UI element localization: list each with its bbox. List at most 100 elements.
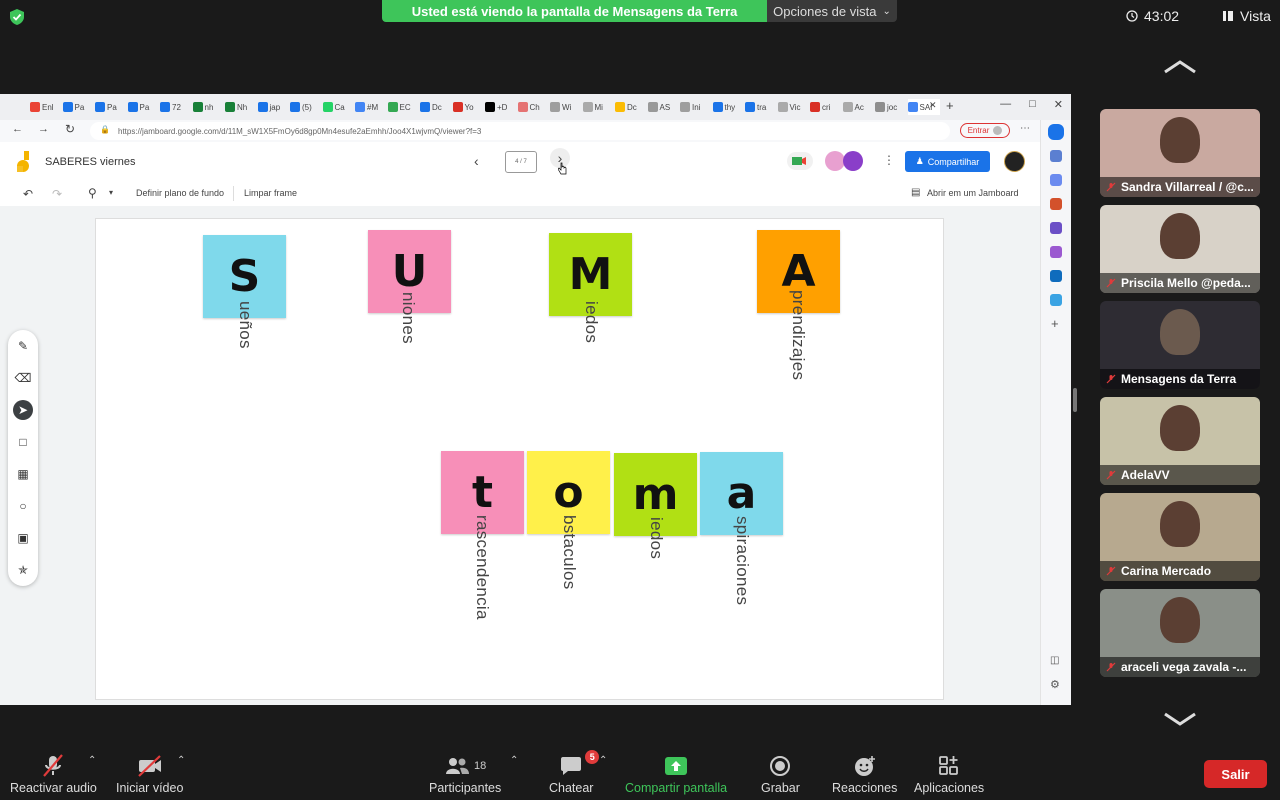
browser-tab[interactable]: Ini bbox=[680, 99, 710, 115]
office-icon[interactable] bbox=[1050, 246, 1062, 258]
maximize-icon[interactable]: □ bbox=[1029, 98, 1036, 111]
browser-tab[interactable]: Pa bbox=[95, 99, 125, 115]
participant-tile[interactable]: Priscila Mello @peda... bbox=[1100, 205, 1260, 293]
browser-tab[interactable]: Ca bbox=[322, 99, 353, 115]
audio-options-icon[interactable]: ⌃ bbox=[88, 755, 96, 766]
undo-icon[interactable]: ↶ bbox=[23, 187, 33, 201]
browser-tab[interactable]: cri bbox=[810, 99, 840, 115]
browser-tab[interactable]: Dc bbox=[420, 99, 450, 115]
eraser-icon[interactable]: ⌫ bbox=[13, 368, 33, 388]
start-video-button[interactable]: Iniciar vídeo bbox=[116, 754, 183, 795]
browser-tab[interactable]: Ch bbox=[517, 99, 548, 115]
tab-label: Ac bbox=[854, 102, 864, 112]
share-button[interactable]: ♟ Compartilhar bbox=[905, 151, 990, 172]
split-icon[interactable]: ◫ bbox=[1050, 655, 1059, 666]
reactions-button[interactable]: Reacciones bbox=[832, 754, 897, 795]
outlook-icon[interactable] bbox=[1050, 270, 1062, 282]
text-box-icon[interactable]: ▣ bbox=[13, 528, 33, 548]
tab-favicon-icon bbox=[95, 102, 105, 112]
toolbox-icon[interactable] bbox=[1050, 198, 1062, 210]
tag-icon[interactable] bbox=[1050, 174, 1062, 186]
share-screen-button[interactable]: Compartir pantalla bbox=[625, 754, 727, 795]
sticky-note-icon[interactable]: □ bbox=[13, 432, 33, 452]
video-options-icon[interactable]: ⌃ bbox=[177, 755, 185, 766]
browser-tab[interactable]: tra bbox=[745, 99, 775, 115]
participant-tile[interactable]: Mensagens da Terra bbox=[1100, 301, 1260, 389]
browser-tab[interactable]: Nh bbox=[225, 99, 255, 115]
browser-tab[interactable]: Yo bbox=[452, 99, 483, 115]
chat-button[interactable]: 5 Chatear bbox=[549, 750, 600, 795]
participant-tile[interactable]: AdelaVV bbox=[1100, 397, 1260, 485]
new-tab-icon[interactable]: + bbox=[946, 98, 954, 113]
tab-favicon-icon bbox=[907, 102, 918, 112]
clear-frame-button[interactable]: Limpar frame bbox=[244, 188, 297, 198]
view-options-button[interactable]: Opciones de vista ⌄ bbox=[767, 0, 897, 22]
person-icon: ♟ bbox=[915, 156, 924, 166]
forward-icon[interactable]: → bbox=[38, 123, 49, 135]
participants-options-icon[interactable]: ⌃ bbox=[510, 755, 518, 766]
apps-button[interactable]: Aplicaciones bbox=[914, 754, 984, 795]
select-icon[interactable]: ➤ bbox=[13, 400, 33, 420]
unmute-button[interactable]: Reactivar audio bbox=[10, 754, 97, 795]
participant-tile[interactable]: araceli vega zavala -... bbox=[1100, 589, 1260, 677]
sign-in-button[interactable]: Entrar bbox=[960, 123, 1010, 138]
meet-icon[interactable] bbox=[787, 152, 813, 170]
browser-tab[interactable]: #M bbox=[355, 99, 385, 115]
gear-icon[interactable]: ⚙ bbox=[1050, 678, 1060, 691]
close-icon[interactable]: ✕ bbox=[1054, 98, 1063, 111]
reload-icon[interactable]: ↻ bbox=[65, 122, 75, 136]
redo-icon[interactable]: ↷ bbox=[52, 187, 62, 201]
url-input[interactable]: 🔒 https://jamboard.google.com/d/11M_sW1X… bbox=[90, 122, 950, 140]
browser-tab[interactable]: Pa bbox=[62, 99, 93, 115]
shopping-icon[interactable] bbox=[1050, 294, 1062, 306]
close-tab-icon[interactable]: ✕ bbox=[929, 100, 937, 111]
more-options-icon[interactable]: ⋮ bbox=[883, 153, 895, 167]
add-icon[interactable]: + bbox=[1051, 316, 1059, 331]
chevron-down-icon[interactable] bbox=[1162, 710, 1198, 728]
bing-icon[interactable] bbox=[1048, 124, 1064, 140]
set-background-button[interactable]: Definir plano de fundo bbox=[136, 188, 224, 198]
chat-options-icon[interactable]: ⌃ bbox=[599, 755, 607, 766]
browser-tab[interactable]: EC bbox=[387, 99, 418, 115]
prev-frame-icon[interactable]: ‹ bbox=[474, 153, 479, 169]
browser-tab[interactable]: AS bbox=[647, 99, 678, 115]
browser-tab[interactable]: 72 bbox=[160, 99, 190, 115]
sticky-note-letter: a bbox=[726, 468, 757, 519]
browser-tab[interactable]: Enl bbox=[30, 99, 60, 115]
participants-button[interactable]: 18 Participantes bbox=[429, 754, 501, 795]
record-button[interactable]: Grabar bbox=[761, 754, 800, 795]
minimize-icon[interactable]: — bbox=[1000, 98, 1011, 111]
image-icon[interactable]: ▦ bbox=[13, 464, 33, 484]
chevron-up-icon[interactable] bbox=[1162, 58, 1198, 76]
zoom-icon[interactable]: ⚲ bbox=[88, 186, 97, 200]
browser-tab[interactable]: nh bbox=[192, 99, 223, 115]
browser-tab[interactable]: Wi bbox=[550, 99, 580, 115]
browser-tab[interactable]: joc bbox=[875, 99, 905, 115]
browser-tab[interactable]: Vic bbox=[777, 99, 808, 115]
browser-tab[interactable]: jap bbox=[257, 99, 288, 115]
participant-tile[interactable]: Carina Mercado bbox=[1100, 493, 1260, 581]
back-icon[interactable]: ← bbox=[12, 123, 23, 135]
people-icon[interactable] bbox=[1050, 222, 1062, 234]
resize-handle[interactable] bbox=[1073, 388, 1077, 412]
leave-button[interactable]: Salir bbox=[1204, 760, 1267, 788]
browser-tab[interactable]: Mi bbox=[582, 99, 613, 115]
search-icon[interactable] bbox=[1050, 150, 1062, 162]
browser-tab[interactable]: +D bbox=[485, 99, 515, 115]
laser-icon[interactable]: ✯ bbox=[13, 560, 33, 580]
pen-icon[interactable]: ✎ bbox=[13, 336, 33, 356]
circle-icon[interactable]: ○ bbox=[13, 496, 33, 516]
browser-tab[interactable]: Pa bbox=[127, 99, 158, 115]
open-in-jamboard-button[interactable]: Abrir em um Jamboard bbox=[927, 188, 1019, 198]
more-icon[interactable]: ⋯ bbox=[1020, 123, 1030, 134]
browser-tab[interactable]: (5) bbox=[290, 99, 320, 115]
browser-tab[interactable]: Ac bbox=[842, 99, 873, 115]
participant-tile[interactable]: Sandra Villarreal / @c... bbox=[1100, 109, 1260, 197]
browser-tab[interactable]: Dc bbox=[615, 99, 645, 115]
browser-tab[interactable]: thy bbox=[712, 99, 743, 115]
user-avatar[interactable] bbox=[1004, 151, 1025, 172]
jam-title[interactable]: SABERES viernes bbox=[45, 156, 135, 168]
view-button[interactable]: Vista bbox=[1222, 8, 1271, 24]
chevron-down-icon[interactable]: ▾ bbox=[109, 188, 113, 197]
frame-indicator[interactable]: 4 / 7 bbox=[505, 151, 537, 173]
